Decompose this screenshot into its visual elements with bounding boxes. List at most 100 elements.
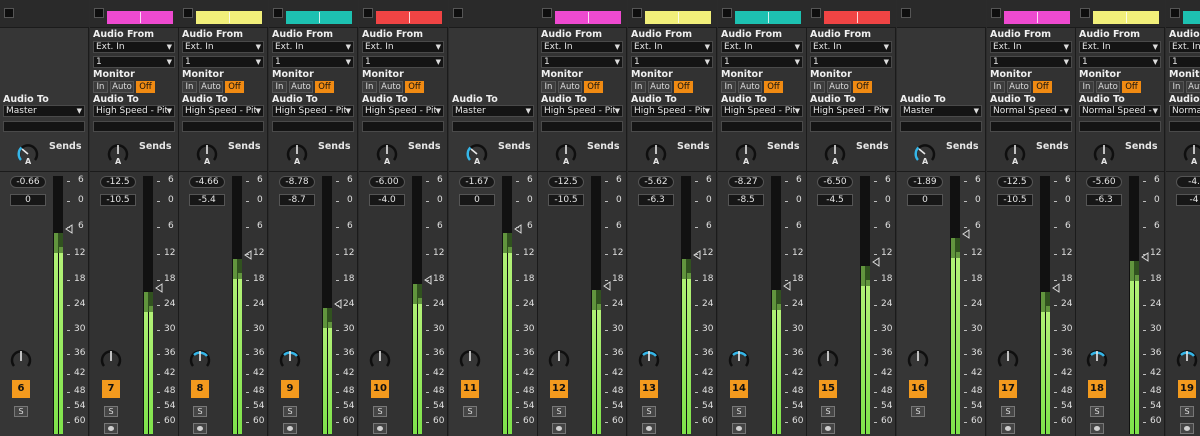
meter-peak-hold: [592, 290, 601, 310]
meter-scale-tick: [1054, 392, 1057, 393]
meter-scale-label: 18: [253, 274, 265, 284]
solo-button[interactable]: S: [1090, 406, 1104, 417]
track-strip: Audio FromExt. In▼1▼MonitorInAutoOffAudi…: [90, 0, 179, 436]
meter-scale-label: 6: [168, 221, 174, 231]
arm-button[interactable]: [283, 423, 297, 434]
meter-scale-label: 6: [796, 175, 802, 185]
track-activator-button[interactable]: 14: [730, 380, 748, 398]
meter-scale-label: 42: [343, 368, 355, 378]
meter-scale-label: 6: [706, 221, 712, 231]
track-activator-button[interactable]: 9: [281, 380, 299, 398]
meter-scale-label: 54: [433, 401, 445, 411]
meter-scale-label: 6: [527, 221, 533, 231]
solo-button[interactable]: S: [104, 406, 118, 417]
arm-button[interactable]: [193, 423, 207, 434]
meter-scale-tick: [605, 227, 608, 228]
track-strip: Audio FromExt. In▼1▼MonitorInAutoOffAudi…: [718, 0, 807, 436]
track-activator-button[interactable]: 17: [999, 380, 1017, 398]
meter-fill-left: [413, 284, 417, 434]
pan-knob-icon[interactable]: [279, 346, 301, 372]
meter-scale-tick: [67, 280, 70, 281]
meter-fill-right: [866, 280, 870, 434]
pan-knob-icon[interactable]: [189, 346, 211, 372]
meter-scale-label: 12: [343, 248, 355, 258]
meter-scale-tick: [605, 181, 608, 182]
pan-knob-icon[interactable]: [369, 346, 391, 372]
arm-button[interactable]: [552, 423, 566, 434]
meter-fill-right: [238, 273, 242, 434]
arm-button[interactable]: [1180, 423, 1194, 434]
solo-button[interactable]: S: [283, 406, 297, 417]
track-activator-button[interactable]: 7: [102, 380, 120, 398]
meter-scale-label: 6: [706, 175, 712, 185]
solo-button[interactable]: S: [1001, 406, 1015, 417]
meter-scale-label: 36: [343, 348, 355, 358]
meter-scale-label: 0: [885, 195, 891, 205]
arm-button[interactable]: [1001, 423, 1015, 434]
pan-knob-icon[interactable]: [1176, 346, 1198, 372]
meter-scale-tick: [67, 392, 70, 393]
meter-scale-tick: [1143, 181, 1146, 182]
track-activator-button[interactable]: 18: [1088, 380, 1106, 398]
track-activator-button[interactable]: 16: [909, 380, 927, 398]
pan-knob-icon[interactable]: [638, 346, 660, 372]
meter-scale-label: 48: [523, 386, 535, 396]
track-activator-button[interactable]: 8: [191, 380, 209, 398]
track-activator-button[interactable]: 15: [819, 380, 837, 398]
meter-scale-tick: [964, 407, 967, 408]
meter-scale-label: 48: [792, 386, 804, 396]
meter-scale-tick: [336, 201, 339, 202]
meter-scale-label: 0: [437, 195, 443, 205]
pan-knob-icon[interactable]: [1086, 346, 1108, 372]
meter-scale-tick: [246, 330, 249, 331]
pan-knob-icon[interactable]: [548, 346, 570, 372]
meter-scale-tick: [695, 374, 698, 375]
arm-button[interactable]: [1090, 423, 1104, 434]
track-activator-button[interactable]: 6: [12, 380, 30, 398]
solo-button[interactable]: S: [1180, 406, 1194, 417]
meter-scale-tick: [785, 201, 788, 202]
arm-button[interactable]: [373, 423, 387, 434]
meter-scale-label: 24: [1150, 299, 1162, 309]
pan-knob-icon[interactable]: [100, 346, 122, 372]
pan-knob-icon[interactable]: [10, 346, 32, 372]
meter-scale-label: 42: [164, 368, 176, 378]
meter-scale-label: 24: [343, 299, 355, 309]
arm-button[interactable]: [642, 423, 656, 434]
solo-button[interactable]: S: [821, 406, 835, 417]
meter-fill-right: [508, 247, 512, 434]
meter-scale-tick: [516, 407, 519, 408]
solo-button[interactable]: S: [193, 406, 207, 417]
track-activator-button[interactable]: 19: [1178, 380, 1196, 398]
meter-scale-tick: [964, 227, 967, 228]
track-activator-button[interactable]: 13: [640, 380, 658, 398]
meter-scale-tick: [785, 181, 788, 182]
track-activator-button[interactable]: 12: [550, 380, 568, 398]
meter-scale-label: 18: [74, 274, 86, 284]
meter-scale-label: 54: [253, 401, 265, 411]
arm-button[interactable]: [732, 423, 746, 434]
solo-button[interactable]: S: [373, 406, 387, 417]
solo-button[interactable]: S: [642, 406, 656, 417]
meter-scale-label: 0: [168, 195, 174, 205]
solo-button[interactable]: S: [552, 406, 566, 417]
meter-scale-label: 48: [343, 386, 355, 396]
pan-knob-icon[interactable]: [997, 346, 1019, 372]
track-activator-button[interactable]: 11: [461, 380, 479, 398]
meter-scale-label: 12: [792, 248, 804, 258]
pan-knob-icon[interactable]: [459, 346, 481, 372]
meter-scale-tick: [1054, 407, 1057, 408]
meter-fill-right: [597, 304, 601, 434]
solo-button[interactable]: S: [463, 406, 477, 417]
arm-button[interactable]: [821, 423, 835, 434]
track-activator-button[interactable]: 10: [371, 380, 389, 398]
pan-knob-icon[interactable]: [728, 346, 750, 372]
pan-knob-icon[interactable]: [907, 346, 929, 372]
arm-button[interactable]: [104, 423, 118, 434]
meter-fill-left: [503, 233, 507, 434]
meter-scale-label: 18: [1150, 274, 1162, 284]
solo-button[interactable]: S: [911, 406, 925, 417]
pan-knob-icon[interactable]: [817, 346, 839, 372]
solo-button[interactable]: S: [732, 406, 746, 417]
solo-button[interactable]: S: [14, 406, 28, 417]
